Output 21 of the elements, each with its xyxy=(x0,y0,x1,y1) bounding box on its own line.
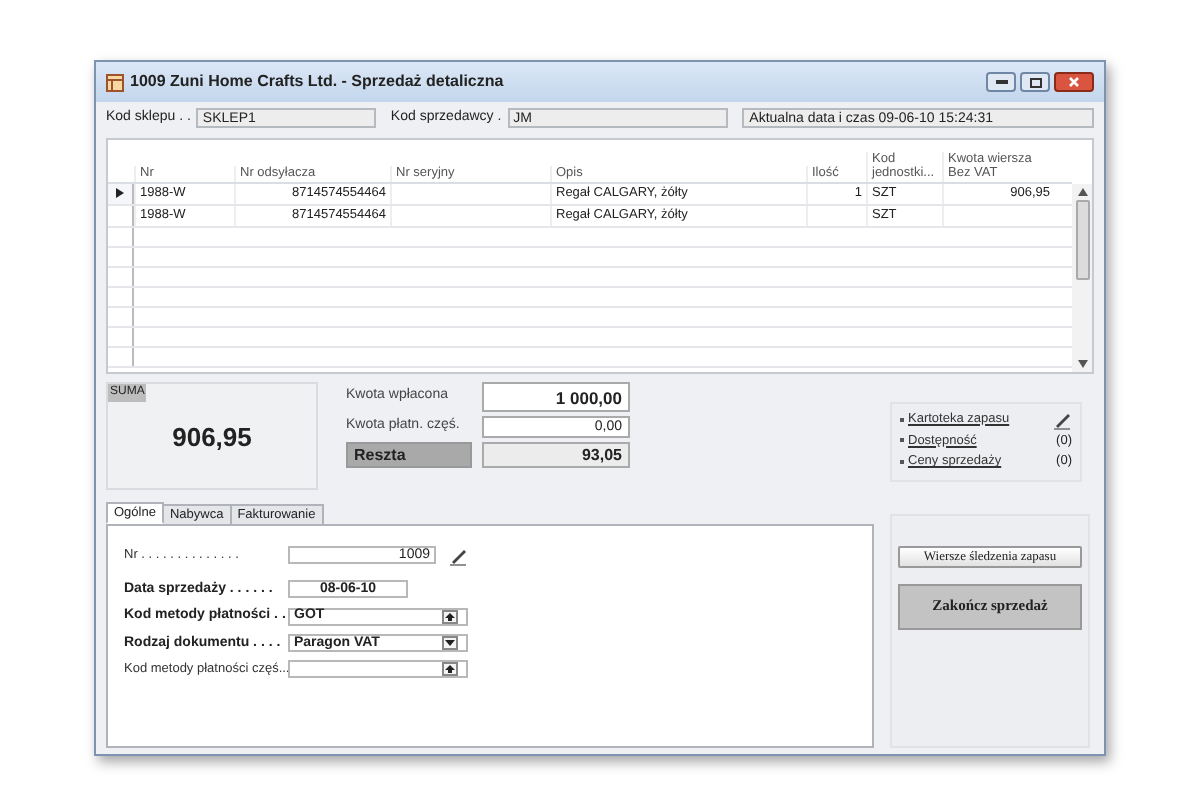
scroll-down-icon[interactable] xyxy=(1077,359,1087,367)
dropdown-button[interactable] xyxy=(442,636,458,651)
maximize-button[interactable] xyxy=(1020,72,1050,92)
amount-field[interactable]: 1 000,00 xyxy=(482,381,630,411)
pencil-icon[interactable] xyxy=(1052,409,1072,429)
scroll-up-icon[interactable] xyxy=(1077,187,1087,195)
lookup-button[interactable] xyxy=(442,609,458,624)
change-amount: 93,05 xyxy=(482,441,630,467)
scrollbar[interactable] xyxy=(1072,183,1092,371)
window-title: 1009 Zuni Home Crafts Ltd. - Sprzedaż detaliczna xyxy=(130,70,504,94)
close-button[interactable] xyxy=(1054,72,1094,92)
close-icon xyxy=(1068,76,1080,88)
pencil-icon[interactable] xyxy=(448,545,468,565)
input-field[interactable] xyxy=(288,660,468,679)
window-icon xyxy=(106,73,124,91)
lookup-button[interactable] xyxy=(442,662,458,677)
change-label: Reszta xyxy=(346,441,472,467)
current-row-icon xyxy=(116,188,124,198)
total-amount: 906,95 xyxy=(172,419,252,455)
minimize-button[interactable] xyxy=(986,72,1016,92)
row-selector[interactable] xyxy=(108,183,134,203)
